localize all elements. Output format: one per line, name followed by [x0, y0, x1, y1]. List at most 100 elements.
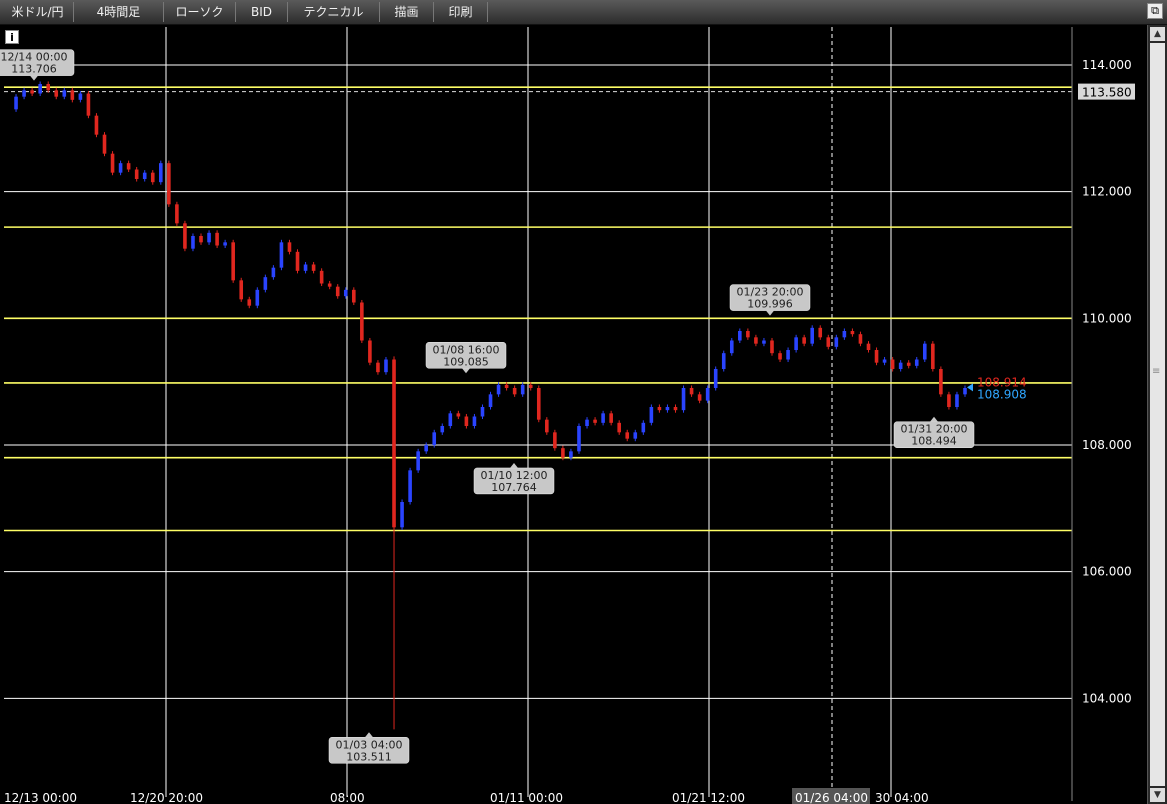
candle-body: [94, 115, 99, 135]
candle-body: [464, 416, 469, 426]
candle-body: [376, 362, 380, 373]
candle-body: [400, 502, 404, 528]
candle-body: [922, 343, 927, 360]
candle-body: [762, 340, 766, 344]
ask-price-label: 108.908: [977, 387, 1027, 401]
horizontal-grid: [4, 64, 1072, 699]
price-annotations: 12/14 00:00113.706 01/08 16:00109.085 01/1…: [0, 49, 975, 764]
candle-body: [303, 264, 308, 271]
candle-body: [456, 413, 461, 417]
time-axis: 12/13 00:00 12/20 20:00 08:00 01/11 00:00 01…: [4, 788, 929, 804]
candle-body: [689, 388, 694, 395]
candle-body: [448, 413, 453, 426]
candle-body: [569, 451, 573, 458]
chart-toolbar: 米ドル/円 4時間足 ローソク BID テクニカル 描画 印刷 ⧉: [0, 0, 1167, 25]
candle-body: [343, 289, 348, 297]
candle-body: [175, 204, 179, 224]
candle-body: [553, 432, 557, 449]
candle-body: [802, 337, 806, 344]
candle-body: [882, 359, 887, 363]
candle-body: [512, 388, 517, 395]
candle-body: [617, 422, 621, 433]
candle-body: [215, 232, 219, 246]
candle-body: [38, 84, 42, 94]
restore-window-icon[interactable]: ⧉: [1147, 3, 1163, 19]
candle-body: [545, 419, 549, 433]
candle-body: [247, 299, 252, 306]
price-annotation: 01/31 20:00108.494: [893, 416, 975, 448]
candle-body: [158, 163, 163, 183]
x-tick-label: 01/11 00:00: [490, 791, 563, 804]
annotation-pointer: [766, 310, 774, 316]
candle-body: [601, 413, 605, 423]
candle-body: [786, 350, 790, 360]
candle-body: [778, 353, 782, 360]
annotation-price: 109.996: [747, 298, 793, 311]
candle-body: [472, 416, 477, 426]
price-chart[interactable]: 12/14 00:00113.706 01/08 16:00109.085 01/1…: [0, 25, 1147, 804]
candle-body: [231, 242, 235, 281]
price-type-menu[interactable]: BID: [236, 2, 288, 22]
drawing-menu[interactable]: 描画: [380, 2, 434, 22]
chart-type-menu[interactable]: ローソク: [164, 2, 236, 22]
y-tick-label: 108.000: [1082, 438, 1132, 452]
candle-body: [488, 394, 493, 407]
candle-body: [335, 286, 340, 297]
candle-body: [327, 283, 332, 287]
candle-body: [665, 407, 670, 411]
currency-pair-menu[interactable]: 米ドル/円: [2, 2, 74, 22]
candle-body: [118, 163, 123, 173]
candle-body: [641, 422, 646, 433]
candle-body: [818, 327, 823, 338]
candle-body: [46, 84, 51, 91]
y-tick-label: 110.000: [1082, 311, 1132, 325]
scroll-up-icon[interactable]: ▲: [1150, 27, 1165, 41]
candle-body: [770, 340, 774, 354]
price-axis: 114.000 112.000 110.000 108.000 106.000 104.0…: [1071, 27, 1132, 801]
candle-body: [746, 331, 750, 338]
y-tick-label: 106.000: [1082, 565, 1132, 579]
candle-body: [673, 407, 678, 411]
annotation-price: 108.494: [911, 435, 957, 448]
candle-body: [810, 327, 815, 344]
y-tick-label: 104.000: [1082, 691, 1132, 705]
candle-body: [424, 445, 428, 452]
scroll-grip-icon[interactable]: ≡: [1152, 367, 1160, 377]
candle-body: [705, 388, 710, 401]
candle-body: [794, 337, 798, 350]
scroll-track[interactable]: [1150, 43, 1165, 786]
candle-body: [561, 448, 565, 458]
annotation-pointer: [462, 368, 470, 374]
candle-body: [239, 280, 244, 300]
candle-body: [520, 384, 525, 395]
candle-body: [62, 90, 67, 97]
candle-body: [223, 242, 227, 246]
annotation-price: 109.085: [443, 355, 489, 368]
candle-body: [633, 432, 638, 439]
candle-body: [826, 337, 831, 347]
candle-body: [480, 407, 485, 417]
candle-body: [955, 394, 959, 407]
candle-body: [183, 223, 187, 249]
candle-body: [850, 331, 855, 335]
timeframe-menu[interactable]: 4時間足: [74, 2, 164, 22]
candle-body: [440, 426, 445, 433]
candle-body: [279, 242, 284, 268]
candle-body: [191, 236, 195, 249]
x-tick-label: 12/13 00:00: [4, 791, 77, 804]
print-menu[interactable]: 印刷: [434, 2, 488, 22]
technical-menu[interactable]: テクニカル: [288, 2, 380, 22]
candle-body: [199, 236, 203, 243]
vertical-grid: [165, 27, 892, 797]
candle-body: [931, 343, 935, 369]
candle-body: [536, 388, 541, 420]
scroll-down-icon[interactable]: ▼: [1150, 788, 1165, 802]
candle-body: [384, 359, 388, 373]
candle-body: [842, 331, 847, 338]
candle-body: [14, 96, 18, 110]
candle-body: [834, 337, 839, 347]
info-icon[interactable]: i: [5, 30, 19, 44]
vertical-scrollbar[interactable]: ▲ ≡ ▼: [1147, 25, 1167, 804]
candle-body: [352, 289, 356, 303]
candle-body: [110, 153, 115, 173]
